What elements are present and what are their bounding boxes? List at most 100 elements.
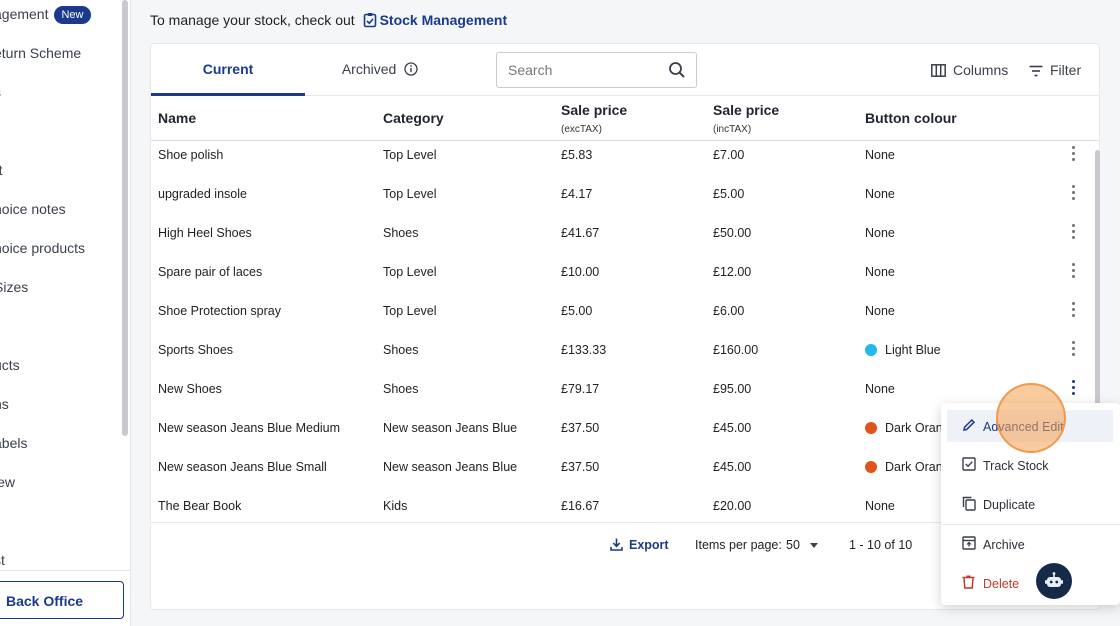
- sidebar-divider: [0, 570, 130, 571]
- table-scrollbar[interactable]: [1095, 150, 1100, 406]
- cell-category-text: New season Jeans Blue: [383, 460, 518, 474]
- export-button[interactable]: Export: [610, 538, 669, 552]
- cell-button-colour-text: None: [865, 304, 895, 318]
- cell-sale-exc-text: £133.33: [561, 343, 607, 357]
- kebab-dot: [1072, 392, 1075, 395]
- sidebar-scrollbar[interactable]: [122, 0, 128, 436]
- sidebar-item[interactable]: hoice notes: [0, 201, 66, 217]
- sidebar-item[interactable]: s: [0, 84, 1, 100]
- cell-name-text: High Heel Shoes: [158, 226, 252, 240]
- cell-name-text: Spare pair of laces: [158, 265, 263, 279]
- cell-button-colour: None: [865, 265, 895, 279]
- cell-name-text: Shoe polish: [158, 148, 224, 162]
- table-row[interactable]: Sports Shoes Shoes £133.33 £160.00 Light Blu…: [151, 339, 1083, 378]
- menu-item-track-stock[interactable]: Track Stock: [947, 449, 1113, 481]
- cell-category: Top Level: [383, 148, 437, 162]
- filter-button[interactable]: Filter: [1029, 62, 1081, 78]
- cell-sale-inc-text: £7.00: [713, 148, 745, 162]
- columns-button[interactable]: Columns: [931, 62, 1008, 78]
- sidebar-item-label: rt: [0, 162, 3, 178]
- kebab-dot: [1072, 191, 1075, 194]
- cell-category: Top Level: [383, 265, 437, 279]
- table-row[interactable]: High Heel Shoes Shoes £41.67 £50.00 None: [151, 222, 1083, 261]
- column-header-sale-inc[interactable]: Sale price: [713, 102, 779, 118]
- cell-sale-inc-text: £45.00: [713, 460, 752, 474]
- sidebar-item[interactable]: st: [0, 552, 5, 568]
- column-header-name[interactable]: Name: [158, 110, 196, 126]
- column-header-sale-exc[interactable]: Sale price: [561, 102, 627, 118]
- kebab-dot: [1072, 263, 1075, 266]
- cell-button-colour-text: None: [865, 187, 895, 201]
- stock-management-link[interactable]: Stock Management: [362, 12, 507, 28]
- cell-category: Kids: [383, 499, 407, 513]
- cell-sale-exc: £10.00: [561, 265, 599, 279]
- sidebar: agement New eturn Scheme s rt hoice notes hoic…: [0, 0, 131, 626]
- cell-sale-exc-text: £10.00: [561, 265, 600, 279]
- sidebar-item[interactable]: ns: [0, 396, 9, 412]
- sidebar-item[interactable]: agement New: [0, 6, 91, 24]
- cell-button-colour: None: [865, 187, 895, 201]
- cell-category: Top Level: [383, 187, 437, 201]
- cell-name: Spare pair of laces: [158, 265, 262, 279]
- cell-category: Top Level: [383, 304, 437, 318]
- search-icon[interactable]: [668, 61, 686, 79]
- menu-item-archive[interactable]: Archive: [947, 528, 1113, 560]
- more-options-icon[interactable]: [1069, 263, 1079, 281]
- cell-name: New Shoes: [158, 382, 222, 396]
- more-options-icon[interactable]: [1069, 185, 1079, 203]
- more-options-icon[interactable]: [1069, 341, 1079, 359]
- cell-sale-exc: £5.00: [561, 304, 592, 318]
- back-office-button[interactable]: Back Office: [0, 581, 124, 619]
- more-options-icon[interactable]: [1069, 302, 1079, 320]
- table-row[interactable]: Shoe Protection spray Top Level £5.00 £6.00…: [151, 300, 1083, 339]
- sidebar-item[interactable]: abels: [0, 435, 27, 451]
- table-header-divider: [151, 140, 1099, 141]
- chat-assistant-button[interactable]: [1036, 563, 1072, 599]
- sidebar-item-label: s: [0, 84, 1, 100]
- kebab-dot: [1072, 269, 1075, 272]
- cell-sale-exc: £16.67: [561, 499, 599, 513]
- more-options-icon[interactable]: [1069, 146, 1079, 164]
- items-per-page-select[interactable]: 50: [786, 538, 800, 552]
- sidebar-item-label: abels: [0, 435, 28, 451]
- cell-sale-inc: £45.00: [713, 460, 751, 474]
- info-icon[interactable]: [404, 62, 418, 76]
- table-row[interactable]: Spare pair of laces Top Level £10.00 £12.00…: [151, 261, 1083, 300]
- sidebar-item[interactable]: Sizes: [0, 279, 28, 295]
- column-header-category[interactable]: Category: [383, 110, 444, 126]
- sidebar-item-label: agement: [0, 6, 49, 22]
- table-row[interactable]: Shoe polish Top Level £5.83 £7.00 None: [151, 144, 1083, 183]
- cell-button-colour-text: None: [865, 382, 895, 396]
- cell-category-text: Top Level: [383, 265, 437, 279]
- menu-item-delete[interactable]: Delete: [947, 567, 1113, 599]
- sidebar-item[interactable]: iew: [0, 474, 15, 490]
- sidebar-item[interactable]: ucts: [0, 357, 20, 373]
- kebab-dot: [1072, 353, 1075, 356]
- cell-sale-exc: £37.50: [561, 460, 599, 474]
- new-badge: New: [54, 6, 91, 24]
- table-row[interactable]: upgraded insole Top Level £4.17 £5.00 None: [151, 183, 1083, 222]
- cell-name: New season Jeans Blue Small: [158, 460, 327, 474]
- sidebar-item[interactable]: hoice products: [0, 240, 85, 256]
- cell-name-text: Shoe Protection spray: [158, 304, 281, 318]
- cell-sale-exc: £41.67: [561, 226, 599, 240]
- clipboard-check-icon: [363, 13, 376, 28]
- search-input[interactable]: [496, 52, 697, 88]
- chevron-down-icon[interactable]: [810, 543, 818, 548]
- menu-item-duplicate[interactable]: Duplicate: [947, 488, 1113, 520]
- sidebar-item[interactable]: eturn Scheme: [0, 45, 81, 61]
- column-header-button-colour[interactable]: Button colour: [865, 110, 957, 126]
- cell-sale-exc: £37.50: [561, 421, 599, 435]
- cell-category: New season Jeans Blue: [383, 421, 517, 435]
- more-options-icon[interactable]: [1069, 224, 1079, 242]
- tab-current[interactable]: Current: [151, 61, 305, 77]
- cell-name: New season Jeans Blue Medium: [158, 421, 340, 435]
- tab-archived[interactable]: Archived: [305, 61, 455, 77]
- kebab-dot: [1072, 314, 1075, 317]
- cell-sale-inc: £45.00: [713, 421, 751, 435]
- cell-sale-inc: £6.00: [713, 304, 744, 318]
- checkbox-checked-icon: [962, 457, 976, 471]
- more-options-icon[interactable]: [1069, 380, 1079, 398]
- cell-name-text: Sports Shoes: [158, 343, 234, 357]
- sidebar-item[interactable]: rt: [0, 162, 3, 178]
